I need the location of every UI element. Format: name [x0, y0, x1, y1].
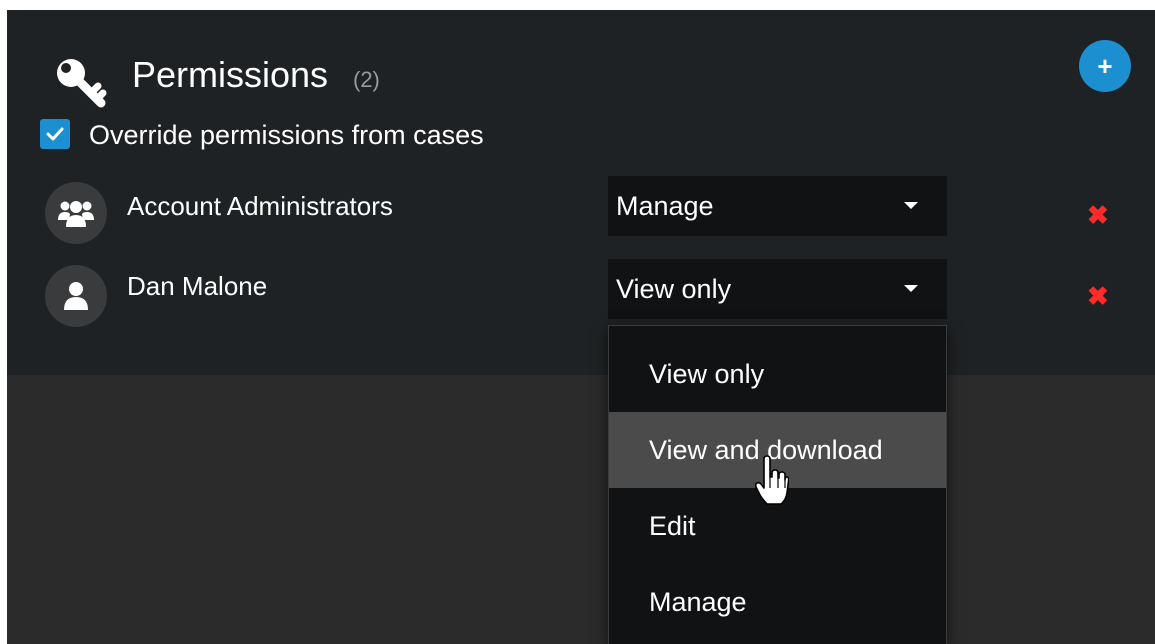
- remove-permission-button[interactable]: ✖: [1087, 200, 1109, 230]
- permission-select-value: Manage: [616, 191, 714, 221]
- permission-select[interactable]: View only: [608, 259, 947, 319]
- entry-name: Account Administrators: [127, 191, 393, 221]
- remove-permission-button[interactable]: ✖: [1087, 281, 1109, 311]
- add-permission-button[interactable]: +: [1079, 40, 1131, 92]
- checkmark-icon: [46, 127, 64, 141]
- user-icon: [64, 282, 88, 310]
- dropdown-option[interactable]: View only: [609, 336, 946, 412]
- caret-down-icon: [904, 285, 918, 292]
- override-label: Override permissions from cases: [89, 120, 484, 150]
- permission-select-value: View only: [616, 274, 732, 304]
- group-avatar: [45, 182, 107, 244]
- app-container: Permissions (2) + Override permissions f…: [7, 10, 1155, 644]
- dropdown-option[interactable]: Manage: [609, 564, 946, 640]
- permission-row: Dan Malone View only ✖: [7, 259, 1155, 329]
- key-icon: [57, 59, 107, 108]
- page-title: Permissions: [132, 54, 329, 95]
- users-group-icon: [58, 201, 94, 227]
- permissions-panel: Permissions (2) + Override permissions f…: [7, 10, 1155, 375]
- close-icon: ✖: [1087, 200, 1109, 230]
- user-avatar: [45, 265, 107, 327]
- permission-row: Account Administrators Manage ✖: [7, 176, 1155, 246]
- entry-name: Dan Malone: [127, 271, 268, 301]
- plus-icon: +: [1097, 51, 1113, 81]
- permission-select[interactable]: Manage: [608, 176, 947, 236]
- override-checkbox[interactable]: [40, 119, 70, 149]
- close-icon: ✖: [1087, 281, 1109, 311]
- hand-cursor-icon: [755, 455, 789, 505]
- permissions-count: (2): [353, 67, 380, 92]
- caret-down-icon: [904, 202, 918, 209]
